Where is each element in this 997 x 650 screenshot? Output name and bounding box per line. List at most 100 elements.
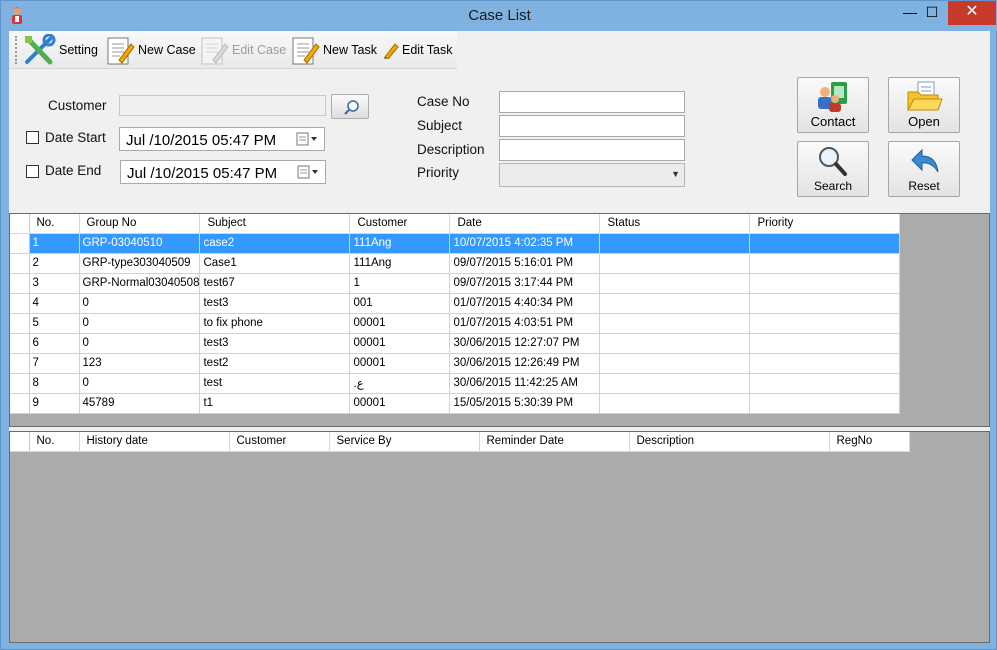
maximize-button[interactable]: ☐ <box>915 1 949 25</box>
table-cell[interactable]: 001 <box>349 293 451 314</box>
table-cell[interactable] <box>749 293 901 314</box>
case-no-field[interactable] <box>499 91 685 113</box>
table-cell[interactable]: test3 <box>199 333 351 354</box>
table-cell[interactable]: 00001 <box>349 353 451 374</box>
table-row[interactable]: 9 45789 t1 00001 15/05/2015 5:30:39 PM <box>10 393 901 414</box>
table-cell[interactable]: 111Ang <box>349 253 451 274</box>
table-cell[interactable] <box>599 293 751 314</box>
table-cell[interactable] <box>749 313 901 334</box>
cases-column-header[interactable]: Group No <box>79 214 201 234</box>
history-column-header[interactable]: Description <box>629 432 830 452</box>
row-header[interactable] <box>10 333 30 354</box>
new-task-button[interactable]: New Task <box>290 33 377 67</box>
table-cell[interactable]: Case1 <box>199 253 351 274</box>
cases-column-header[interactable]: Customer <box>349 214 451 234</box>
description-field[interactable] <box>499 139 685 161</box>
table-row[interactable]: 2 GRP-type303040509 Case1 111Ang 09/07/2015 … <box>10 253 901 274</box>
table-row[interactable]: 4 0 test3 001 01/07/2015 4:40:34 PM <box>10 293 901 314</box>
table-row[interactable]: 7 123 test2 00001 30/06/2015 12:26:49 PM <box>10 353 901 374</box>
table-cell[interactable] <box>749 373 901 394</box>
subject-field[interactable] <box>499 115 685 137</box>
table-cell[interactable] <box>599 353 751 374</box>
table-cell[interactable]: 8 <box>29 373 80 394</box>
history-grid[interactable]: No. History date Customer Service By Reminde… <box>9 431 990 643</box>
table-cell[interactable]: 4 <box>29 293 80 314</box>
history-column-header[interactable]: History date <box>79 432 230 452</box>
table-cell[interactable]: 0 <box>79 293 201 314</box>
date-start-picker[interactable]: Jul /10/2015 05:47 PM <box>119 127 325 151</box>
table-cell[interactable] <box>599 253 751 274</box>
row-header[interactable] <box>10 313 30 334</box>
contact-button[interactable]: Contact <box>797 77 869 133</box>
table-cell[interactable]: 30/06/2015 12:27:07 PM <box>449 333 601 354</box>
table-cell[interactable]: 0 <box>79 333 201 354</box>
open-button[interactable]: Open <box>888 77 960 133</box>
cases-column-header[interactable]: Status <box>599 214 751 234</box>
table-cell[interactable] <box>749 333 901 354</box>
table-cell[interactable]: GRP-type303040509 <box>79 253 201 274</box>
history-column-header[interactable]: RegNo <box>829 432 910 452</box>
date-end-picker[interactable]: Jul /10/2015 05:47 PM <box>120 160 326 184</box>
table-cell[interactable]: 1 <box>29 233 80 254</box>
table-cell[interactable]: 00001 <box>349 313 451 334</box>
cases-column-header[interactable]: Priority <box>749 214 901 234</box>
table-cell[interactable]: 0 <box>79 313 201 334</box>
table-cell[interactable]: 6 <box>29 333 80 354</box>
edit-case-button[interactable]: Edit Case <box>199 33 286 67</box>
title-bar[interactable]: Case List — ☐ ✕ <box>1 1 997 31</box>
table-cell[interactable]: 00001 <box>349 333 451 354</box>
table-cell[interactable]: 10/07/2015 4:02:35 PM <box>449 233 601 254</box>
row-header[interactable] <box>10 373 30 394</box>
table-cell[interactable] <box>599 373 751 394</box>
table-cell[interactable] <box>599 273 751 294</box>
row-header[interactable] <box>10 273 30 294</box>
date-start-checkbox[interactable] <box>26 131 39 144</box>
table-cell[interactable]: 01/07/2015 4:40:34 PM <box>449 293 601 314</box>
history-column-header[interactable]: Service By <box>329 432 480 452</box>
toolbar-grip[interactable] <box>15 36 18 64</box>
cases-grid[interactable]: No. Group No Subject Customer Date Status Prio… <box>9 213 990 427</box>
table-row[interactable]: 8 0 test .ع 30/06/2015 11:42:25 AM <box>10 373 901 394</box>
table-cell[interactable]: 45789 <box>79 393 201 414</box>
table-cell[interactable]: GRP-Normal03040508 <box>79 273 201 294</box>
table-cell[interactable] <box>599 333 751 354</box>
table-cell[interactable] <box>599 393 751 414</box>
table-cell[interactable]: 7 <box>29 353 80 374</box>
calendar-dropdown-icon[interactable] <box>297 165 321 179</box>
priority-select[interactable]: ▼ <box>499 163 685 187</box>
table-cell[interactable]: GRP-03040510 <box>79 233 201 254</box>
close-button[interactable]: ✕ <box>948 1 996 25</box>
table-cell[interactable] <box>599 313 751 334</box>
table-cell[interactable]: 2 <box>29 253 80 274</box>
row-header[interactable] <box>10 293 30 314</box>
table-cell[interactable]: test2 <box>199 353 351 374</box>
table-cell[interactable]: 111Ang <box>349 233 451 254</box>
table-cell[interactable]: 30/06/2015 11:42:25 AM <box>449 373 601 394</box>
table-cell[interactable]: .ع <box>349 373 451 394</box>
table-cell[interactable] <box>749 273 901 294</box>
history-column-header[interactable]: No. <box>29 432 80 452</box>
calendar-dropdown-icon[interactable] <box>296 132 320 146</box>
reset-button[interactable]: Reset <box>888 141 960 197</box>
table-row[interactable]: 3 GRP-Normal03040508 test67 1 09/07/2015 3:1… <box>10 273 901 294</box>
table-row[interactable]: 6 0 test3 00001 30/06/2015 12:27:07 PM <box>10 333 901 354</box>
row-header[interactable] <box>10 353 30 374</box>
cases-column-header[interactable]: Subject <box>199 214 351 234</box>
table-cell[interactable] <box>749 353 901 374</box>
search-button[interactable]: Search <box>797 141 869 197</box>
table-cell[interactable]: 5 <box>29 313 80 334</box>
table-cell[interactable]: 30/06/2015 12:26:49 PM <box>449 353 601 374</box>
table-cell[interactable]: 01/07/2015 4:03:51 PM <box>449 313 601 334</box>
new-case-button[interactable]: New Case <box>105 33 196 67</box>
table-cell[interactable] <box>749 393 901 414</box>
customer-search-button[interactable] <box>331 94 369 119</box>
table-cell[interactable]: 1 <box>349 273 451 294</box>
edit-task-button[interactable]: Edit Task <box>383 33 453 67</box>
table-cell[interactable]: 09/07/2015 5:16:01 PM <box>449 253 601 274</box>
cases-column-header[interactable]: Date <box>449 214 601 234</box>
history-row-header-corner[interactable] <box>10 432 30 452</box>
table-row[interactable]: 1 GRP-03040510 case2 111Ang 10/07/2015 4:02:… <box>10 233 901 254</box>
table-cell[interactable]: t1 <box>199 393 351 414</box>
history-column-header[interactable]: Customer <box>229 432 330 452</box>
history-column-header[interactable]: Reminder Date <box>479 432 630 452</box>
